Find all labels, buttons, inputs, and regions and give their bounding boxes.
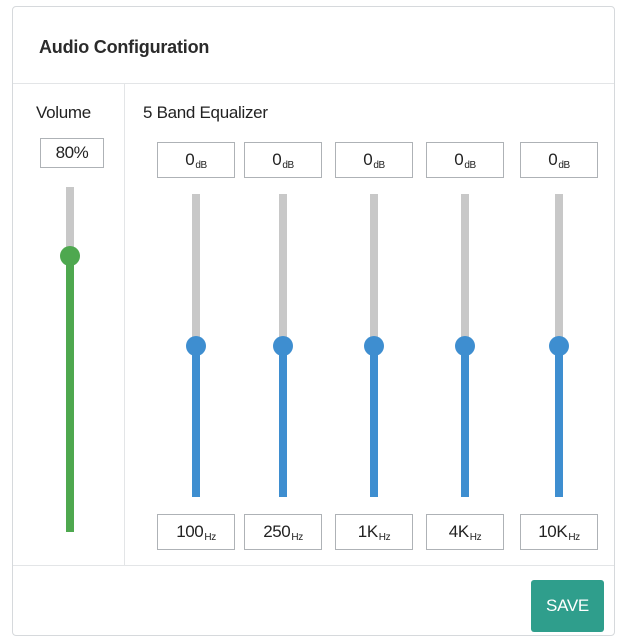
volume-slider-handle[interactable] xyxy=(60,246,80,266)
band-gain-unit: dB xyxy=(195,159,207,171)
volume-slider-fill xyxy=(66,256,74,532)
band-frequency-box: 4K Hz xyxy=(426,514,504,550)
band-gain-unit: dB xyxy=(464,159,476,171)
band-slider[interactable] xyxy=(273,194,293,497)
band-slider[interactable] xyxy=(549,194,569,497)
band-gain-box: 0 dB xyxy=(335,142,413,178)
volume-label: Volume xyxy=(36,103,91,122)
band-frequency-value: 1K xyxy=(357,522,378,541)
band-gain-value: 0 xyxy=(272,150,282,169)
band-frequency-unit: Hz xyxy=(291,531,303,543)
band-slider-handle[interactable] xyxy=(549,336,569,356)
band-slider[interactable] xyxy=(186,194,206,497)
band-frequency-box: 250 Hz xyxy=(244,514,322,550)
band-gain-unit: dB xyxy=(558,159,570,171)
equalizer-label: 5 Band Equalizer xyxy=(143,103,268,122)
band-gain-unit: dB xyxy=(373,159,385,171)
volume-column: Volume 80% xyxy=(13,84,125,565)
band-slider-handle[interactable] xyxy=(455,336,475,356)
band-gain-box: 0 dB xyxy=(426,142,504,178)
band-frequency-value: 4K xyxy=(448,522,469,541)
band-frequency-box: 100 Hz xyxy=(157,514,235,550)
band-slider-fill xyxy=(192,345,200,497)
band-frequency-unit: Hz xyxy=(204,531,216,543)
panel-title: Audio Configuration xyxy=(39,37,210,57)
band-slider-handle[interactable] xyxy=(273,336,293,356)
band-frequency-unit: Hz xyxy=(568,531,580,543)
panel-body: Volume 80% 5 Band Equalizer 0 dB 100 Hz 0 dB 2… xyxy=(13,84,614,565)
band-slider-handle[interactable] xyxy=(364,336,384,356)
band-frequency-value: 10K xyxy=(538,522,568,541)
band-frequency-box: 1K Hz xyxy=(335,514,413,550)
band-gain-box: 0 dB xyxy=(520,142,598,178)
band-slider[interactable] xyxy=(455,194,475,497)
band-gain-box: 0 dB xyxy=(244,142,322,178)
band-gain-value: 0 xyxy=(548,150,558,169)
band-gain-box: 0 dB xyxy=(157,142,235,178)
band-frequency-value: 100 xyxy=(176,522,204,541)
band-gain-value: 0 xyxy=(185,150,195,169)
band-slider-fill xyxy=(279,345,287,497)
volume-slider[interactable] xyxy=(60,187,80,532)
audio-config-panel: Audio Configuration Volume 80% 5 Band Eq… xyxy=(12,6,615,636)
band-slider-handle[interactable] xyxy=(186,336,206,356)
save-button[interactable]: SAVE xyxy=(531,580,604,632)
panel-footer: SAVE xyxy=(13,565,614,635)
band-frequency-value: 250 xyxy=(263,522,291,541)
band-frequency-unit: Hz xyxy=(469,531,482,543)
band-gain-unit: dB xyxy=(282,159,294,171)
panel-header: Audio Configuration xyxy=(13,7,614,84)
band-slider-fill xyxy=(461,345,469,497)
volume-value-box: 80% xyxy=(40,138,104,168)
band-gain-value: 0 xyxy=(454,150,464,169)
band-gain-value: 0 xyxy=(363,150,373,169)
band-frequency-box: 10K Hz xyxy=(520,514,598,550)
band-frequency-unit: Hz xyxy=(378,531,391,543)
band-slider[interactable] xyxy=(364,194,384,497)
band-slider-fill xyxy=(370,345,378,497)
band-slider-fill xyxy=(555,345,563,497)
